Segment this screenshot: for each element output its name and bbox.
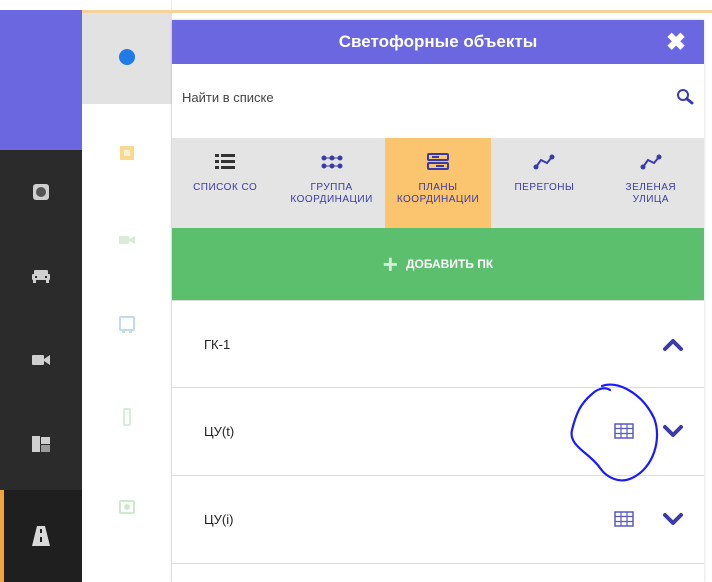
search-input[interactable] [182, 89, 676, 105]
tab-list[interactable]: СПИСОК СО [172, 138, 278, 228]
tab-label: ЗЕЛЕНАЯ УЛИЦА [625, 182, 677, 205]
tab-green-wave[interactable]: ЗЕЛЕНАЯ УЛИЦА [598, 138, 704, 228]
bus-icon [119, 316, 135, 333]
route-icon [533, 154, 555, 170]
search-icon[interactable] [676, 88, 694, 106]
sidebar-item-camera[interactable] [0, 318, 82, 402]
layer-item-bus[interactable] [82, 280, 172, 370]
sidebar-header [0, 0, 82, 150]
layer-item-square[interactable] [82, 108, 172, 198]
traffic-light-icon [123, 408, 131, 426]
layer-item-photo[interactable] [82, 462, 172, 552]
main-sidebar [0, 0, 82, 582]
sidebar-item-car[interactable] [0, 234, 82, 318]
layer-item-traffic-light[interactable] [82, 372, 172, 462]
traffic-objects-panel: Светофорные объекты ✖ СПИСОК СО [172, 20, 704, 582]
group-icon [321, 155, 343, 169]
dot-icon [119, 49, 135, 65]
sidebar-item-sign[interactable] [0, 402, 82, 486]
chevron-down-icon[interactable] [662, 422, 684, 440]
list-item[interactable]: ЦУ(i) [172, 476, 704, 564]
row-label: ЦУ(t) [204, 424, 235, 439]
table-icon[interactable] [614, 511, 634, 527]
car-icon [32, 270, 50, 283]
search-row [172, 72, 704, 122]
tab-label: ПЛАНЫ КООРДИНАЦИИ [396, 182, 480, 205]
chevron-down-icon[interactable] [662, 510, 684, 528]
tab-label: ПЕРЕГОНЫ [514, 182, 575, 193]
panel-header: Светофорные объекты ✖ [172, 20, 704, 64]
green-wave-icon [640, 154, 662, 170]
layer-column [82, 0, 172, 582]
list-icon [215, 154, 236, 169]
layer-item-dot[interactable] [82, 10, 172, 104]
square-icon [120, 146, 134, 160]
record-icon [33, 184, 49, 200]
table-icon[interactable] [614, 423, 634, 439]
tab-label: СПИСОК СО [193, 182, 258, 193]
add-plan-button[interactable]: + ДОБАВИТЬ ПК [172, 228, 704, 300]
row-label: ЦУ(i) [204, 512, 234, 527]
add-plan-label: ДОБАВИТЬ ПК [405, 257, 494, 271]
traffic-sign-icon [32, 436, 50, 452]
video-icon [119, 236, 135, 244]
row-label: ГК-1 [204, 337, 231, 352]
close-button[interactable]: ✖ [662, 28, 690, 56]
list-item[interactable]: ЦУ(t) [172, 388, 704, 476]
sidebar-item-road[interactable] [0, 490, 82, 582]
tab-bar: СПИСОК СО ГРУППА КООРДИНАЦИИ ПЛАНЫ КООРД… [172, 138, 704, 228]
tab-label: ГРУППА КООРДИНАЦИИ [290, 182, 373, 205]
list-item[interactable]: ГК-1 [172, 300, 704, 388]
close-icon: ✖ [665, 28, 687, 56]
plans-icon [427, 153, 450, 170]
panel-title: Светофорные объекты [338, 32, 538, 51]
camera-icon [32, 355, 50, 365]
chevron-up-icon[interactable] [662, 335, 684, 353]
layer-item-video[interactable] [82, 195, 172, 285]
top-accent-line [82, 10, 712, 13]
photo-icon [119, 500, 135, 514]
road-icon [32, 526, 50, 546]
tab-coordination-plans[interactable]: ПЛАНЫ КООРДИНАЦИИ [384, 138, 492, 228]
plans-list: ГК-1 ЦУ(t) ЦУ(i) [172, 300, 704, 564]
tab-coordination-group[interactable]: ГРУППА КООРДИНАЦИИ [278, 138, 384, 228]
tab-segments[interactable]: ПЕРЕГОНЫ [491, 138, 597, 228]
plus-icon: + [382, 249, 398, 279]
sidebar-item-record[interactable] [0, 150, 82, 234]
